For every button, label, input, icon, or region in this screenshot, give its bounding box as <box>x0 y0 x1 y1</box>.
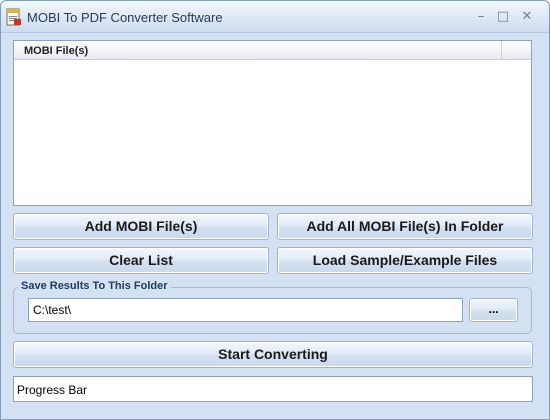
close-icon[interactable]: ✕ <box>517 9 537 25</box>
app-pdf-icon <box>6 8 21 26</box>
output-folder-label: Save Results To This Folder <box>18 280 171 292</box>
output-folder-input[interactable] <box>28 298 463 322</box>
minimize-icon[interactable]: – <box>471 9 491 25</box>
list-header: MOBI File(s) <box>14 41 531 60</box>
progress-bar: Progress Bar <box>13 376 533 402</box>
browse-button[interactable]: ... <box>469 298 518 322</box>
start-converting-button[interactable]: Start Converting <box>13 341 533 368</box>
app-window: MOBI To PDF Converter Software – □ ✕ MOB… <box>0 0 550 420</box>
maximize-icon[interactable]: □ <box>493 9 513 25</box>
clear-list-button[interactable]: Clear List <box>13 247 269 274</box>
progress-label: Progress Bar <box>17 383 88 397</box>
file-list[interactable]: MOBI File(s) <box>13 40 532 206</box>
window-title: MOBI To PDF Converter Software <box>27 10 223 25</box>
file-list-body[interactable] <box>14 61 531 205</box>
column-header-mobi-files[interactable]: MOBI File(s) <box>14 41 502 60</box>
title-bar[interactable]: MOBI To PDF Converter Software – □ ✕ <box>1 1 549 33</box>
add-files-button[interactable]: Add MOBI File(s) <box>13 213 269 240</box>
add-folder-button[interactable]: Add All MOBI File(s) In Folder <box>277 213 533 240</box>
load-samples-button[interactable]: Load Sample/Example Files <box>277 247 533 274</box>
